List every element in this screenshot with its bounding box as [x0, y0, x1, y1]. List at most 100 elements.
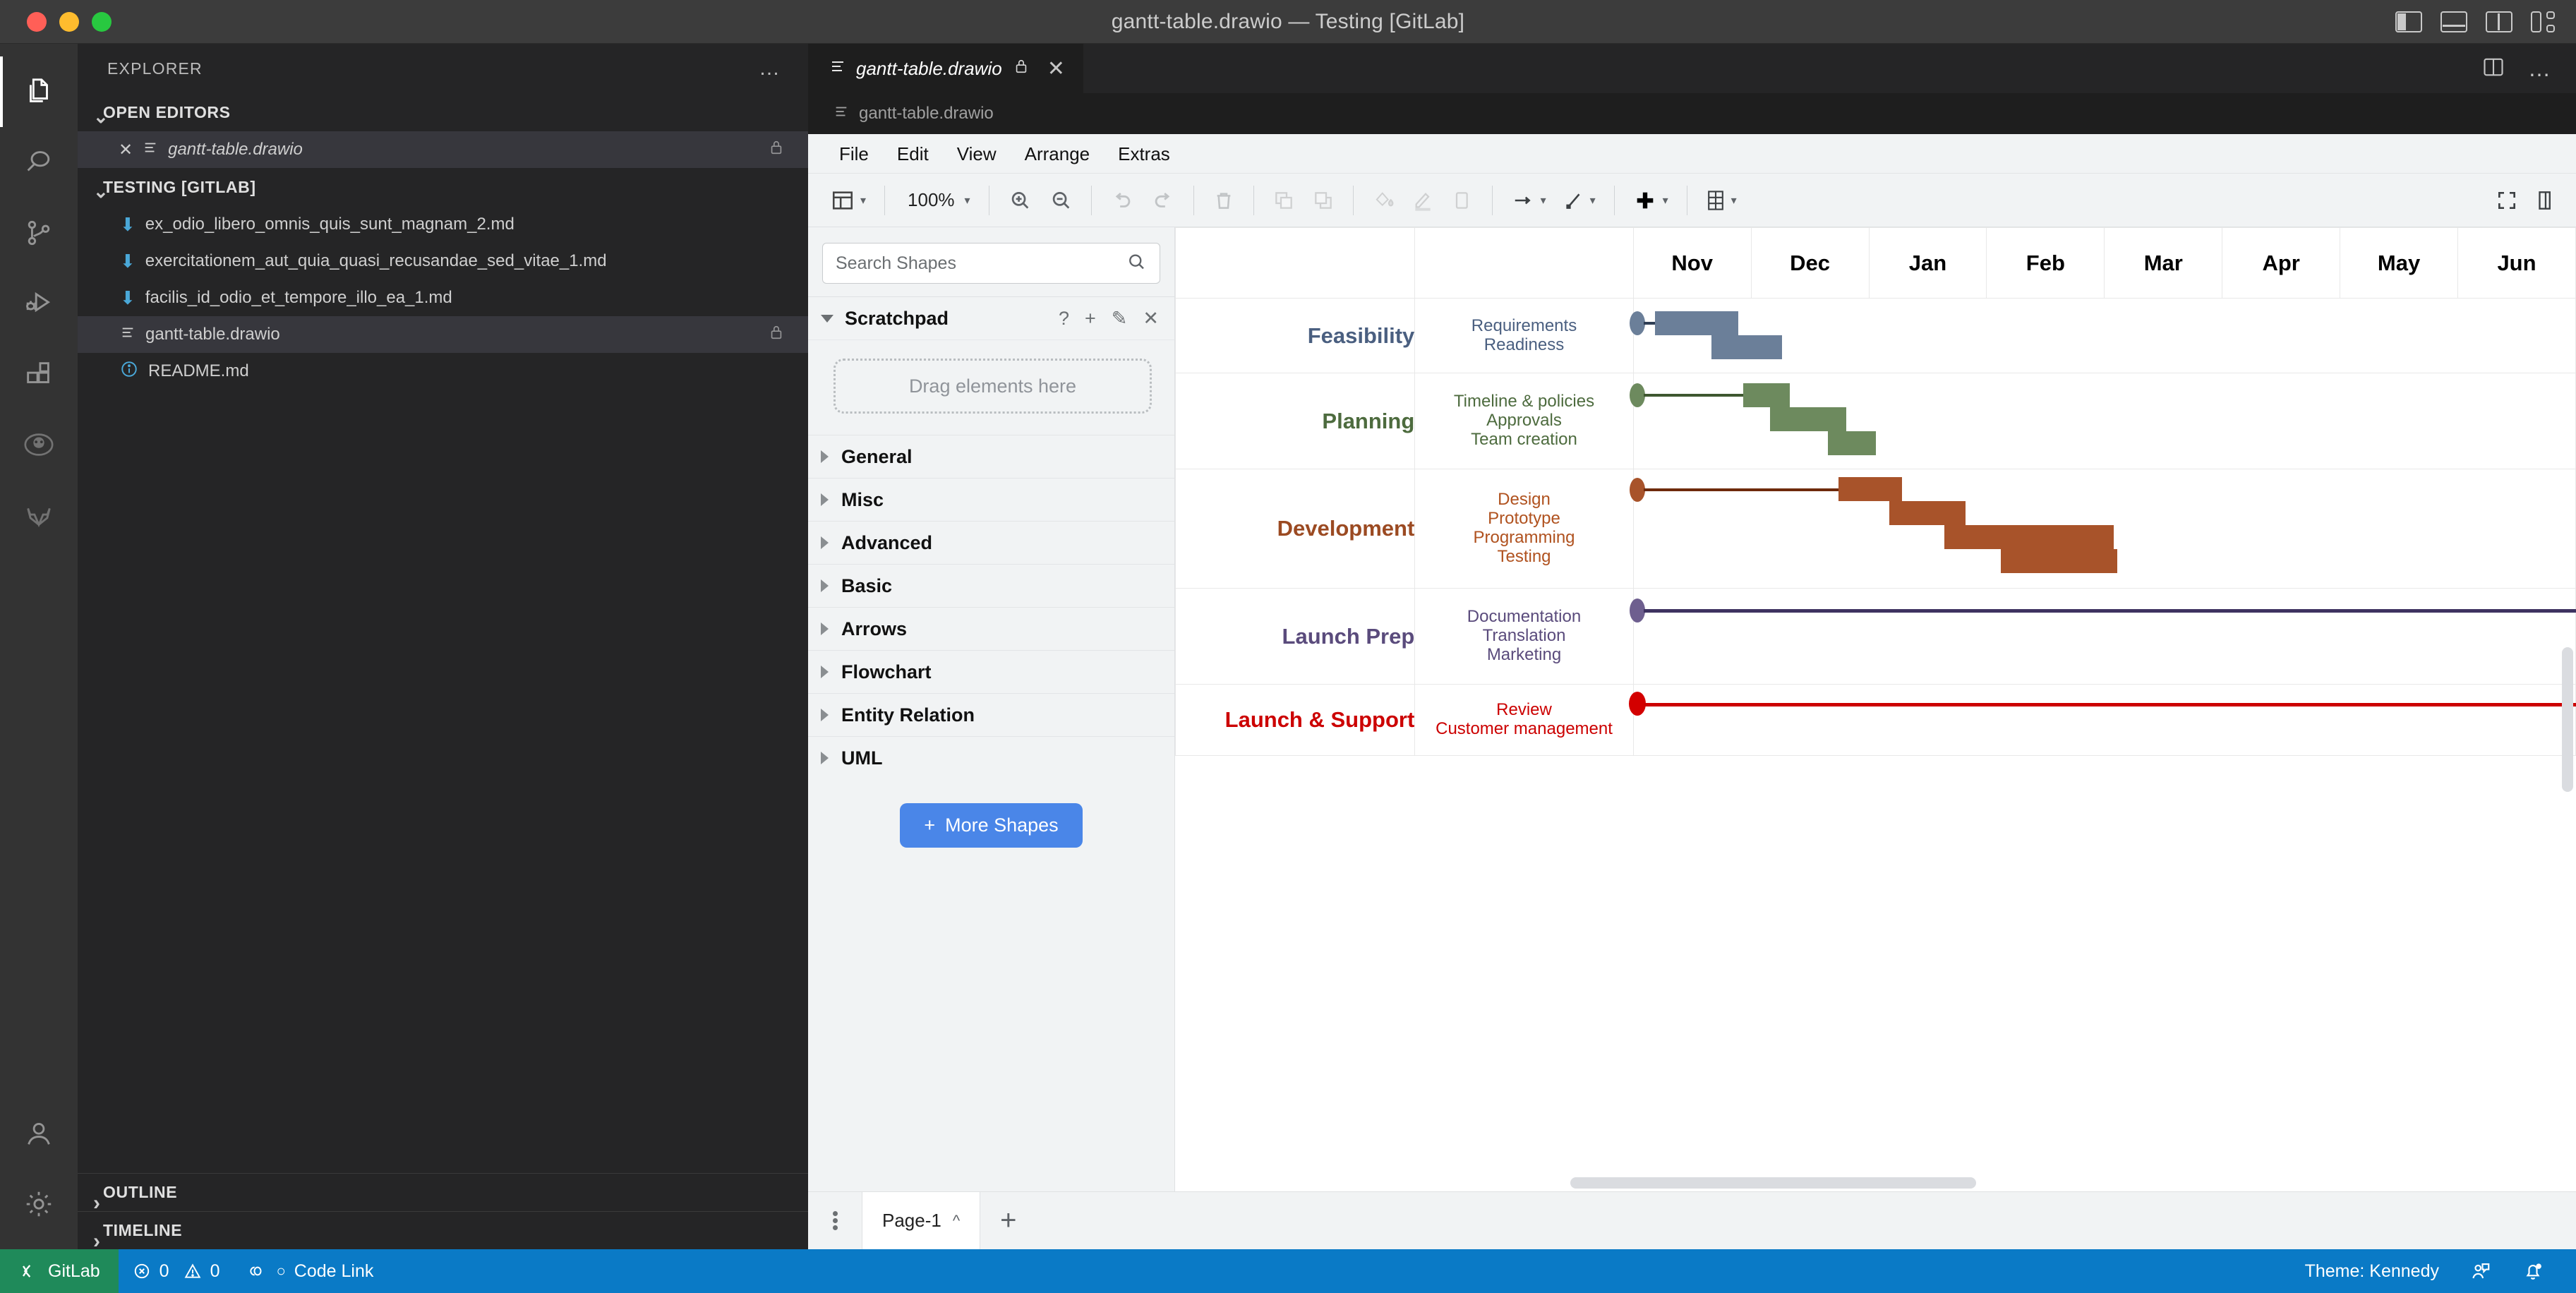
close-tab-icon[interactable]: ✕: [1047, 56, 1065, 81]
close-icon[interactable]: ✕: [1143, 308, 1159, 330]
zoom-selector[interactable]: 100% ▾: [895, 179, 979, 222]
scratchpad-dropzone[interactable]: Drag elements here: [833, 359, 1152, 414]
search-input[interactable]: [836, 253, 1126, 274]
page-tab-page-1[interactable]: Page-1 ^: [862, 1192, 980, 1249]
to-back-button[interactable]: [1304, 179, 1343, 222]
menu-edit[interactable]: Edit: [883, 134, 943, 174]
delete-button[interactable]: [1204, 179, 1244, 222]
bar-timeline-policies[interactable]: [1743, 383, 1790, 407]
fullscreen-button[interactable]: [2487, 179, 2527, 222]
gantt-diagram[interactable]: Nov Dec Jan Feb Mar Apr May Jun: [1175, 227, 2576, 1191]
activity-explorer[interactable]: [0, 56, 78, 127]
section-open-editors[interactable]: OPEN EDITORS: [78, 93, 808, 131]
file-item[interactable]: ⬇ facilis_id_odio_et_tempore_illo_ea_1.m…: [78, 279, 808, 316]
drawio-canvas[interactable]: Nov Dec Jan Feb Mar Apr May Jun: [1175, 227, 2576, 1191]
activity-accounts[interactable]: [0, 1098, 78, 1169]
section-workspace[interactable]: TESTING [GITLAB]: [78, 168, 808, 206]
gantt-row-launch-support[interactable]: Launch & Support Review Customer managem…: [1176, 685, 2576, 756]
more-actions-icon[interactable]: …: [2528, 63, 2552, 74]
bell-icon[interactable]: [2508, 1261, 2558, 1282]
file-item-readme[interactable]: README.md: [78, 353, 808, 390]
status-code-link[interactable]: ○ Code Link: [234, 1261, 387, 1282]
view-layout-button[interactable]: ▾: [822, 179, 874, 222]
status-theme[interactable]: Theme: Kennedy: [2291, 1261, 2453, 1282]
status-problems[interactable]: 0 0: [119, 1261, 234, 1282]
shape-category-general[interactable]: General: [808, 435, 1174, 478]
search-icon[interactable]: [1126, 251, 1147, 276]
activity-search[interactable]: [0, 127, 78, 198]
search-shapes-box[interactable]: [822, 243, 1160, 284]
menu-extras[interactable]: Extras: [1104, 134, 1184, 174]
gantt-row-development[interactable]: Development Design Prototype Programming…: [1176, 469, 2576, 589]
bar-readiness[interactable]: [1711, 335, 1782, 359]
menu-arrange[interactable]: Arrange: [1011, 134, 1105, 174]
shadow-button[interactable]: [1443, 179, 1482, 222]
explorer-more-actions-icon[interactable]: …: [759, 62, 781, 75]
shape-category-flowchart[interactable]: Flowchart: [808, 650, 1174, 693]
add-page-button[interactable]: +: [980, 1192, 1036, 1249]
scrollbar-thumb[interactable]: [1570, 1177, 1976, 1189]
bar-testing[interactable]: [2001, 549, 2117, 573]
table-button[interactable]: ▾: [1697, 179, 1745, 222]
open-editor-item[interactable]: ✕ gantt-table.drawio: [78, 131, 808, 168]
waypoints-button[interactable]: ▾: [1503, 179, 1555, 222]
canvas-vertical-scrollbar[interactable]: [2562, 647, 2573, 792]
shape-category-arrows[interactable]: Arrows: [808, 607, 1174, 650]
file-item[interactable]: ⬇ ex_odio_libero_omnis_quis_sunt_magnam_…: [78, 206, 808, 243]
line-color-button[interactable]: [1403, 179, 1443, 222]
format-panel-button[interactable]: [2527, 179, 2562, 222]
help-icon[interactable]: ?: [1059, 308, 1069, 330]
split-editor-icon[interactable]: [2483, 57, 2504, 80]
close-icon[interactable]: ✕: [119, 140, 133, 160]
add-icon[interactable]: +: [1085, 308, 1096, 330]
chevron-up-icon[interactable]: ^: [953, 1212, 960, 1230]
feedback-icon[interactable]: [2456, 1261, 2505, 1282]
activity-extensions[interactable]: [0, 339, 78, 409]
milestone-marker[interactable]: [1630, 311, 1645, 335]
gantt-row-launch-prep[interactable]: Launch Prep Documentation Translation Ma…: [1176, 589, 2576, 685]
menu-file[interactable]: File: [825, 134, 883, 174]
customize-layout-icon[interactable]: [2531, 11, 2555, 32]
status-gitlab[interactable]: GitLab: [0, 1249, 119, 1293]
breadcrumb[interactable]: gantt-table.drawio: [808, 93, 2576, 134]
bar-team-creation[interactable]: [1828, 431, 1876, 455]
bar-approvals[interactable]: [1770, 407, 1846, 431]
page-menu-button[interactable]: [808, 1192, 862, 1249]
activity-gitlab[interactable]: [0, 480, 78, 551]
insert-button[interactable]: ▾: [1625, 179, 1677, 222]
gantt-row-planning[interactable]: Planning Timeline & policies Approvals T…: [1176, 373, 2576, 469]
file-item[interactable]: ⬇ exercitationem_aut_quia_quasi_recusand…: [78, 243, 808, 279]
toggle-primary-sidebar-icon[interactable]: [2395, 11, 2422, 32]
section-outline[interactable]: OUTLINE: [78, 1173, 808, 1211]
scratchpad-header[interactable]: Scratchpad ? + ✎ ✕: [808, 296, 1174, 340]
zoom-out-button[interactable]: [1040, 179, 1081, 222]
activity-run-debug[interactable]: [0, 268, 78, 339]
activity-settings[interactable]: [0, 1169, 78, 1239]
line-style-button[interactable]: ▾: [1555, 179, 1604, 222]
redo-button[interactable]: [1143, 179, 1184, 222]
lock-icon[interactable]: [1013, 57, 1029, 80]
toggle-panel-icon[interactable]: [2440, 11, 2467, 32]
more-shapes-button[interactable]: + More Shapes: [900, 803, 1082, 848]
canvas-horizontal-scrollbar[interactable]: [1175, 1177, 2576, 1191]
milestone-marker[interactable]: [1630, 599, 1645, 623]
undo-button[interactable]: [1102, 179, 1143, 222]
shape-category-advanced[interactable]: Advanced: [808, 521, 1174, 564]
milestone-marker[interactable]: [1630, 383, 1645, 407]
zoom-in-button[interactable]: [999, 179, 1040, 222]
activity-source-control[interactable]: [0, 198, 78, 268]
to-front-button[interactable]: [1264, 179, 1304, 222]
bar-requirements[interactable]: [1655, 311, 1738, 335]
tab-gantt-table-drawio[interactable]: gantt-table.drawio ✕: [808, 44, 1084, 93]
bar-programming[interactable]: [1944, 525, 2114, 549]
file-item-gantt-table[interactable]: gantt-table.drawio: [78, 316, 808, 353]
activity-github[interactable]: [0, 409, 78, 480]
edit-icon[interactable]: ✎: [1112, 308, 1128, 330]
fill-color-button[interactable]: [1364, 179, 1403, 222]
shape-category-basic[interactable]: Basic: [808, 564, 1174, 607]
menu-view[interactable]: View: [943, 134, 1011, 174]
bar-design[interactable]: [1838, 477, 1902, 501]
toggle-secondary-sidebar-icon[interactable]: [2486, 11, 2512, 32]
gantt-row-feasibility[interactable]: Feasibility Requirements Readiness: [1176, 299, 2576, 373]
bar-prototype[interactable]: [1889, 501, 1966, 525]
